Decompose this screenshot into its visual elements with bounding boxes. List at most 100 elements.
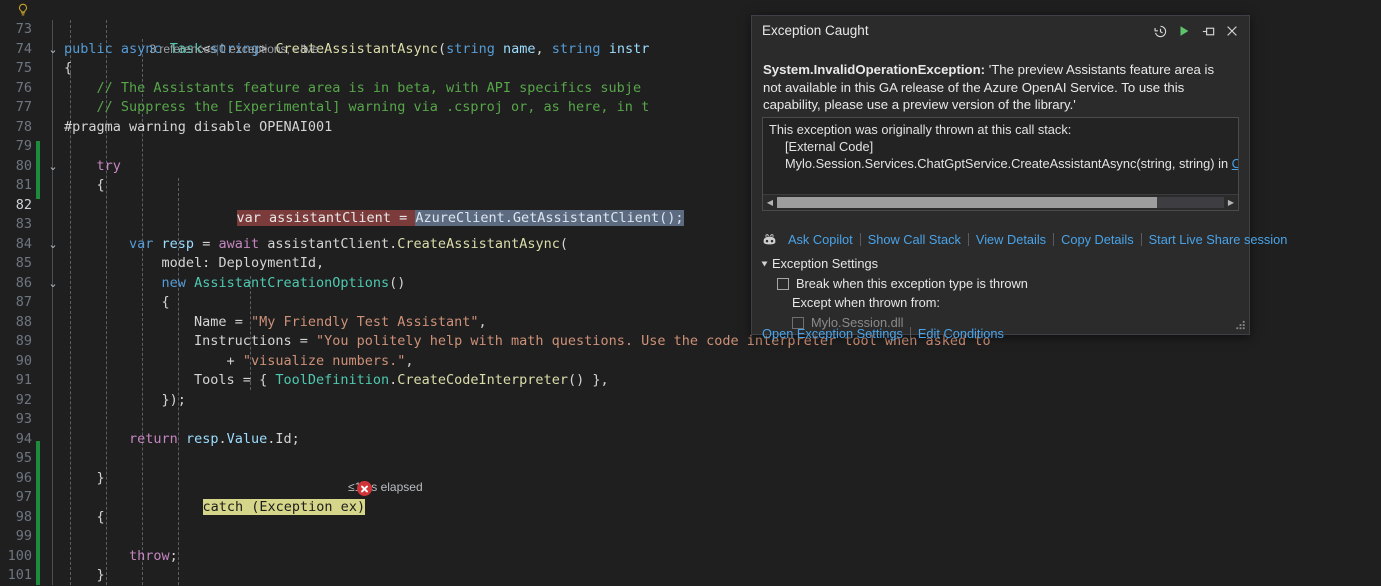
code-token: ( [437, 40, 447, 57]
frame-text: Mylo.Session.Services.ChatGptService.Cre… [785, 156, 1232, 171]
codelens-references[interactable]: 3 references [149, 42, 216, 56]
line-number: 92 [15, 391, 32, 408]
code-text: try [64, 157, 121, 177]
code-token: model [64, 255, 203, 271]
code-token: { [64, 508, 105, 525]
call-stack-frame-external[interactable]: [External Code] [763, 138, 1238, 155]
codelens-exceptions[interactable]: 0 exceptions, - live [219, 42, 318, 56]
edit-conditions-link[interactable]: Edit Conditions [911, 326, 1011, 341]
exception-type: System.InvalidOperationException: [763, 62, 986, 77]
code-token: { [64, 60, 73, 76]
break-when-thrown-row[interactable]: Break when this exception type is thrown [762, 276, 1028, 291]
scroll-left-icon[interactable]: ◀ [763, 196, 777, 210]
line-number: 94 [15, 430, 32, 447]
close-icon[interactable] [1221, 20, 1243, 42]
code-token: + [64, 352, 243, 369]
code-token: "visualize numbers." [242, 352, 406, 369]
code-token: public [64, 40, 121, 57]
code-text: #pragma warning disable OPENAI001 [64, 118, 332, 138]
pin-icon[interactable] [1197, 20, 1219, 42]
code-token: assistantClient [259, 235, 390, 252]
line-number: 77 [15, 99, 32, 115]
error-badge-icon[interactable] [357, 481, 372, 496]
line-number: 87 [15, 294, 32, 310]
exception-current-line[interactable]: var assistantClient = AzureClient.GetAss… [204, 189, 684, 226]
code-token: Name [64, 313, 235, 330]
code-line[interactable]: 100 throw; [0, 547, 1381, 567]
break-when-thrown-checkbox[interactable] [777, 277, 789, 290]
exception-settings-header[interactable]: Exception Settings [761, 256, 1028, 271]
code-token: AssistantCreationOptions [194, 274, 390, 291]
collapse-chevron-icon[interactable]: ⌄ [45, 274, 61, 294]
resize-grip-icon[interactable] [1235, 320, 1246, 331]
code-line[interactable]: 92 }); [0, 391, 1381, 411]
selection-highlight-text: AzureClient.GetAssistantClient(); [415, 209, 684, 226]
exception-caught-dialog[interactable]: Exception Caught System.InvalidOperation… [751, 15, 1287, 341]
code-line[interactable]: 93 [0, 410, 1381, 430]
code-token: return [129, 430, 178, 447]
view-details-link[interactable]: View Details [969, 232, 1053, 247]
code-token: new [161, 274, 186, 291]
call-stack-scrollbar[interactable]: ◀ ▶ [763, 194, 1238, 210]
start-live-share-link[interactable]: Start Live Share session [1142, 232, 1295, 247]
codelens-annotation[interactable]: 3 references|0 exceptions, - live [136, 20, 318, 79]
code-token: () [389, 274, 406, 291]
line-number: 90 [15, 352, 32, 369]
copy-details-link[interactable]: Copy Details [1054, 232, 1141, 247]
code-line[interactable]: 99 [0, 527, 1381, 547]
restore-exception-icon[interactable] [1149, 20, 1171, 42]
dialog-bottom-links[interactable]: Open Exception Settings Edit Conditions [762, 326, 1011, 341]
continue-icon[interactable] [1173, 20, 1195, 42]
code-token: ; [169, 547, 178, 564]
code-token: , [478, 313, 487, 330]
frame-text: [External Code] [785, 139, 874, 154]
call-stack-box[interactable]: This exception was originally thrown at … [762, 117, 1239, 211]
dialog-toolbar[interactable] [1149, 20, 1243, 42]
code-token: ToolDefinition [275, 372, 390, 388]
code-token: // Suppress the [Experimental] warning v… [64, 99, 650, 115]
code-line[interactable]: 95 [0, 449, 1381, 469]
code-line[interactable]: 90 + "visualize numbers.", [0, 352, 1381, 372]
collapse-chevron-icon[interactable]: ⌄ [45, 235, 61, 255]
catch-clause-line[interactable]: catch (Exception ex) [170, 478, 366, 515]
code-token: , [535, 40, 552, 57]
scrollbar-track[interactable] [777, 197, 1224, 208]
code-token: string [551, 40, 601, 57]
open-exception-settings-link[interactable]: Open Exception Settings [762, 326, 910, 341]
scroll-right-icon[interactable]: ▶ [1224, 196, 1238, 210]
show-call-stack-link[interactable]: Show Call Stack [861, 232, 968, 247]
code-line[interactable]: 91 Tools = { ToolDefinition.CreateCodeIn… [0, 371, 1381, 391]
collapse-chevron-icon[interactable]: ⌄ [45, 40, 61, 60]
scrollbar-thumb[interactable] [777, 197, 1157, 208]
code-token: "My Friendly Test Assistant" [250, 313, 479, 330]
code-token: () }, [567, 372, 609, 388]
code-text: { [64, 508, 105, 528]
line-number: 78 [15, 118, 32, 135]
line-number: 80 [15, 157, 32, 174]
lightbulb-icon[interactable] [16, 3, 30, 17]
code-line[interactable]: 94 return resp.Value.Id; [0, 430, 1381, 450]
ask-copilot-link[interactable]: Ask Copilot [781, 232, 860, 247]
call-stack-header: This exception was originally thrown at … [769, 122, 1072, 137]
collapse-chevron-icon[interactable]: ⌄ [45, 157, 61, 177]
line-number: 95 [15, 450, 32, 466]
code-token: throw [129, 547, 170, 564]
code-token: DeploymentId [218, 255, 316, 271]
code-token: Value [226, 430, 268, 447]
line-number: 83 [15, 216, 32, 232]
code-line[interactable]: 101 } [0, 566, 1381, 586]
expander-triangle-icon[interactable] [761, 261, 768, 266]
call-stack-frame-user[interactable]: Mylo.Session.Services.ChatGptService.Cre… [763, 155, 1238, 172]
line-number: 85 [15, 255, 32, 271]
code-token: instr [600, 40, 650, 57]
frame-file-link[interactable]: ChatGptServ [1232, 156, 1238, 171]
code-text: throw; [64, 547, 178, 567]
line-number: 84 [15, 235, 32, 252]
line-number: 97 [15, 489, 32, 505]
code-token: CreateAssistantAsync [397, 235, 560, 252]
dialog-action-links[interactable]: Ask Copilot Show Call Stack View Details… [762, 232, 1294, 247]
code-token: } [64, 567, 105, 583]
line-number: 100 [7, 547, 32, 564]
line-number: 73 [15, 21, 32, 37]
